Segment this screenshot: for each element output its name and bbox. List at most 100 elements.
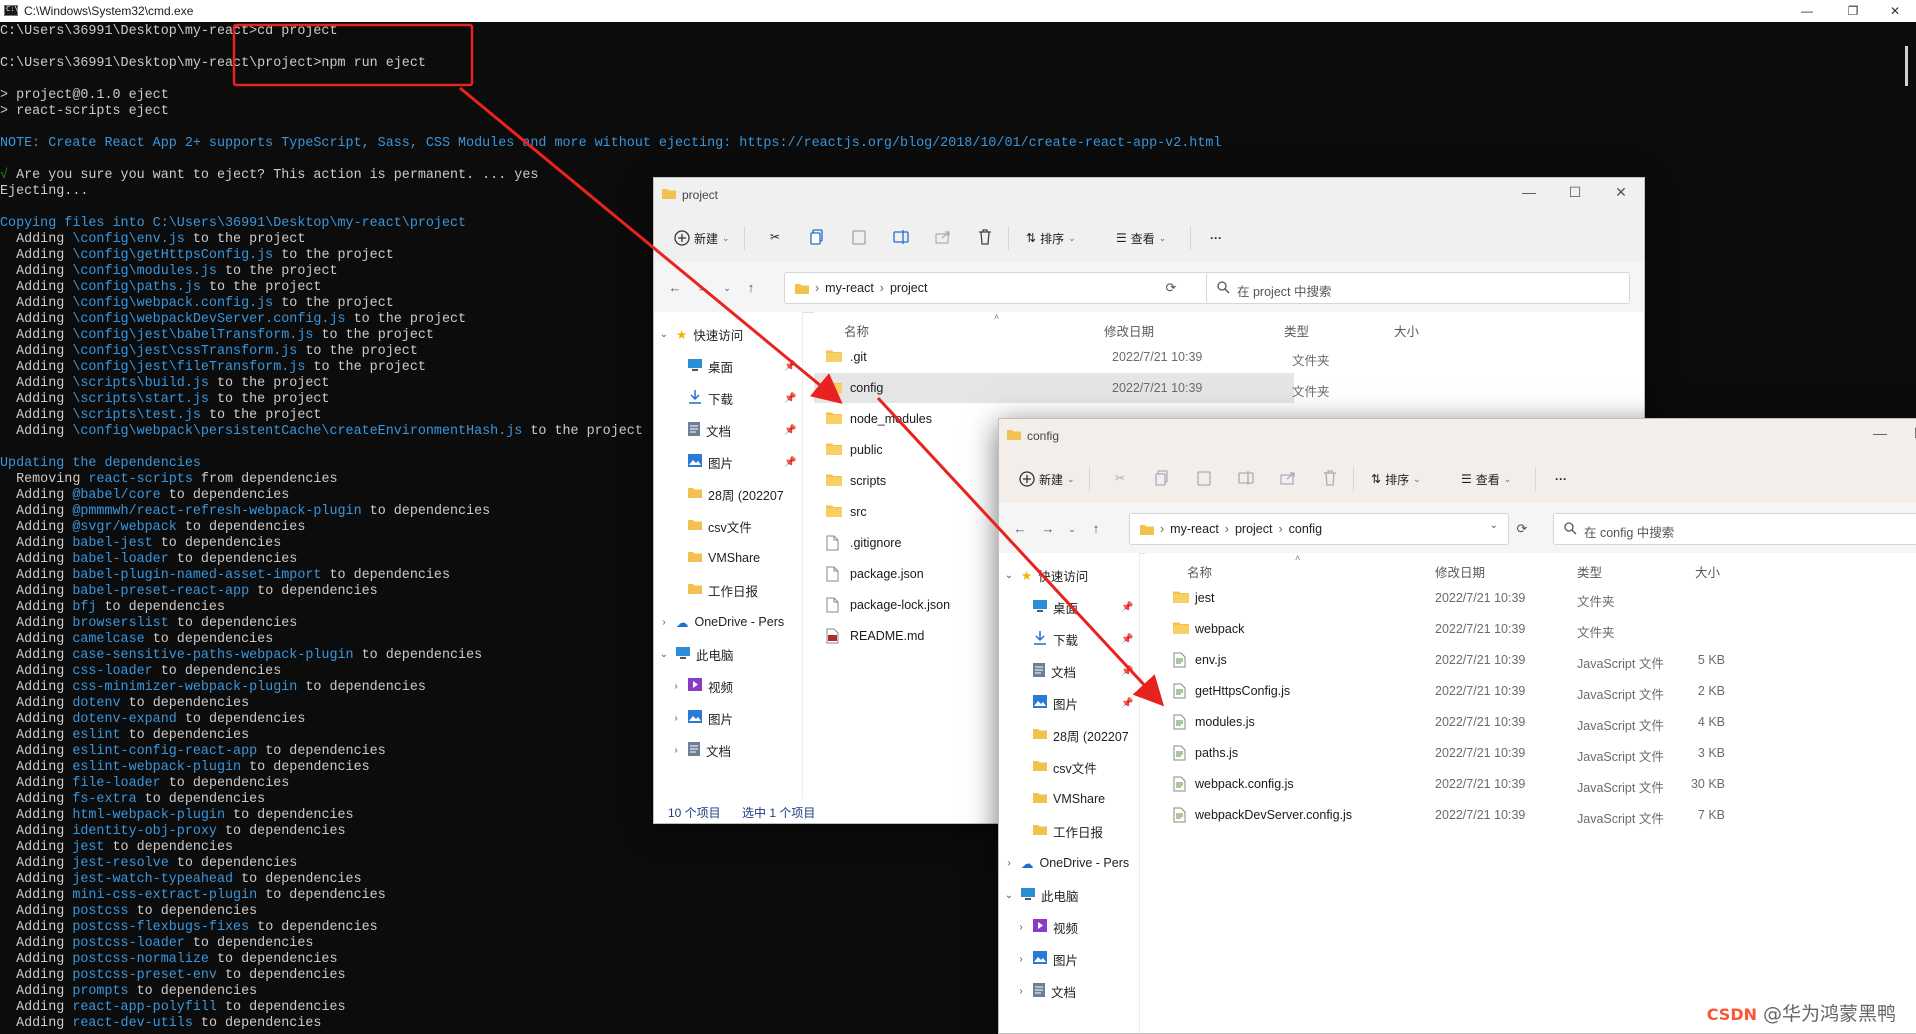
nav-onedrive[interactable]: › ☁ OneDrive - Pers [658,610,784,634]
paste-icon[interactable] [1193,467,1215,489]
delete-icon[interactable] [1319,467,1341,489]
file-row[interactable]: webpack.config.js 2022/7/21 10:39 JavaScri… [1145,769,1916,799]
up-arrow-icon[interactable]: ↑ [742,280,760,296]
scrollbar-thumb[interactable] [1905,46,1908,86]
cut-icon[interactable]: ✂ [1109,467,1131,489]
picture-icon [688,454,702,470]
close-button[interactable]: ✕ [1606,184,1636,201]
history-chevron-icon[interactable]: ⌄ [718,280,736,296]
nav-quick-access[interactable]: ⌄ ★ 快速访问 [658,322,743,346]
view-button[interactable]: ☰ 查看 ⌄ [1116,228,1166,248]
breadcrumb-item[interactable]: project [890,281,928,295]
nav-item[interactable]: VMShare [1033,787,1105,811]
nav-item[interactable]: 文档 📌 [688,418,796,442]
nav-item[interactable]: 28周 (202207 [688,482,784,506]
address-bar[interactable]: › my-react › project › config ⌄ [1129,513,1509,545]
maximize-button[interactable]: ❐ [1830,0,1876,22]
breadcrumb-item[interactable]: config [1289,522,1322,536]
nav-item[interactable]: csv文件 [1033,755,1097,779]
new-button[interactable]: 新建 ⌄ [674,228,730,248]
file-row[interactable]: .git 2022/7/21 10:39 文件夹 [814,342,1644,372]
file-row[interactable]: env.js 2022/7/21 10:39 JavaScript 文件 5 KB [1145,645,1916,675]
console-text: Adding [0,680,73,695]
up-arrow-icon[interactable]: ↑ [1087,521,1105,537]
column-header-date[interactable]: 修改日期 [1104,321,1154,340]
file-row[interactable]: paths.js 2022/7/21 10:39 JavaScript 文件 3 KB [1145,738,1916,768]
address-dropdown-icon[interactable]: ⌄ [1490,520,1498,531]
column-header-type[interactable]: 类型 [1284,321,1309,340]
minimize-button[interactable]: — [1865,425,1895,441]
view-button[interactable]: ☰ 查看 ⌄ [1461,469,1511,489]
nav-this-pc[interactable]: ⌄ 此电脑 [658,642,734,666]
more-options-button[interactable]: ··· [1210,228,1222,248]
file-row[interactable]: webpack 2022/7/21 10:39 文件夹 [1145,614,1916,644]
console-text: to dependencies [120,728,250,743]
nav-quick-access[interactable]: ⌄ ★ 快速访问 [1003,563,1088,587]
copy-icon[interactable] [1151,467,1173,489]
nav-item[interactable]: 文档 📌 [1033,659,1133,683]
share-icon[interactable] [932,226,954,248]
nav-item[interactable]: 下载 📌 [1033,627,1133,651]
nav-pc-item[interactable]: › 视频 [1015,915,1078,939]
share-icon[interactable] [1277,467,1299,489]
nav-item[interactable]: 28周 (202207 [1033,723,1129,747]
delete-icon[interactable] [974,226,996,248]
column-header-date[interactable]: 修改日期 [1435,562,1485,581]
nav-item[interactable]: 图片 📌 [688,450,796,474]
breadcrumb-item[interactable]: my-react [1170,522,1219,536]
nav-this-pc[interactable]: ⌄ 此电脑 [1003,883,1079,907]
file-row[interactable]: modules.js 2022/7/21 10:39 JavaScript 文件 4 … [1145,707,1916,737]
nav-item[interactable]: 下载 📌 [688,386,796,410]
history-chevron-icon[interactable]: ⌄ [1063,521,1081,537]
more-options-button[interactable]: ··· [1555,469,1567,489]
back-arrow-icon[interactable]: ← [1011,521,1029,537]
nav-item[interactable]: 桌面 📌 [1033,595,1133,619]
new-button[interactable]: 新建 ⌄ [1019,469,1075,489]
breadcrumb-item[interactable]: my-react [825,281,874,295]
rename-icon[interactable] [1235,467,1257,489]
nav-onedrive[interactable]: › ☁ OneDrive - Pers [1003,851,1129,875]
minimize-button[interactable]: — [1514,184,1544,200]
nav-item[interactable]: csv文件 [688,514,752,538]
paste-icon[interactable] [848,226,870,248]
file-row[interactable]: jest 2022/7/21 10:39 文件夹 [1145,583,1916,613]
nav-pc-item[interactable]: › 图片 [670,706,733,730]
column-header-size[interactable]: 大小 [1695,562,1720,581]
nav-pc-item[interactable]: › 文档 [670,738,731,762]
console-text: Adding [0,856,73,871]
nav-pc-item[interactable]: › 图片 [1015,947,1078,971]
nav-pc-item[interactable]: › 视频 [670,674,733,698]
refresh-icon[interactable]: ⟳ [1513,521,1531,537]
sort-button[interactable]: ⇅ 排序 ⌄ [1026,228,1076,248]
column-header-type[interactable]: 类型 [1577,562,1602,581]
console-text: Adding [0,760,73,775]
forward-arrow-icon[interactable]: → [694,280,712,296]
close-button[interactable]: ✕ [1872,0,1916,22]
rename-icon[interactable] [890,226,912,248]
forward-arrow-icon[interactable]: → [1039,521,1057,537]
file-row[interactable]: config 2022/7/21 10:39 文件夹 [814,373,1330,403]
nav-item[interactable]: 工作日报 [1033,819,1103,843]
copy-icon[interactable] [806,226,828,248]
nav-item[interactable]: 图片 📌 [1033,691,1133,715]
column-header-name[interactable]: 名称 [1187,562,1212,581]
nav-item[interactable]: VMShare [688,546,760,570]
column-header-size[interactable]: 大小 [1394,321,1419,340]
nav-item[interactable]: 桌面 📌 [688,354,796,378]
cut-icon[interactable]: ✂ [764,226,786,248]
nav-pc-item[interactable]: › 文档 [1015,979,1076,1003]
maximize-button[interactable]: ☐ [1905,425,1916,442]
column-header-name[interactable]: 名称 [844,321,869,340]
file-row[interactable]: webpackDevServer.config.js 2022/7/21 10:3… [1145,800,1916,830]
maximize-button[interactable]: ☐ [1560,184,1590,201]
nav-item[interactable]: 工作日报 [688,578,758,602]
minimize-button[interactable]: — [1784,0,1830,22]
breadcrumb-item[interactable]: project [1235,522,1273,536]
file-row[interactable]: getHttpsConfig.js 2022/7/21 10:39 JavaScri… [1145,676,1916,706]
search-input[interactable]: 在 config 中搜索 [1553,513,1916,545]
sort-button[interactable]: ⇅ 排序 ⌄ [1371,469,1421,489]
refresh-icon[interactable]: ⟳ [1162,280,1180,296]
file-name: scripts [850,474,887,488]
back-arrow-icon[interactable]: ← [666,280,684,296]
search-input[interactable]: 在 project 中搜索 [1206,272,1630,304]
